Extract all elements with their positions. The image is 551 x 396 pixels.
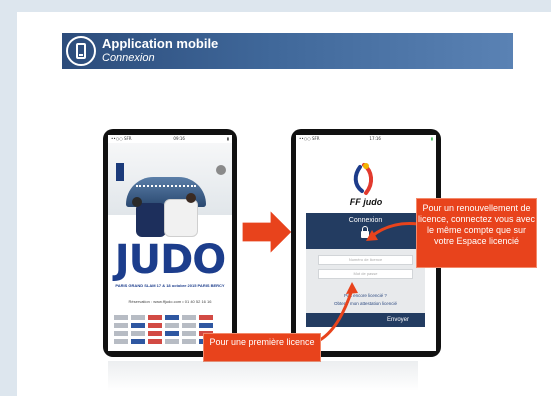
judokas-illustration bbox=[130, 193, 208, 239]
left-battery-icon: ▮ bbox=[226, 136, 229, 141]
lock-icon bbox=[361, 226, 369, 238]
arrow-right-icon bbox=[242, 210, 292, 254]
first-licence-callout: Pour une première licence bbox=[203, 333, 321, 362]
mobile-phone-icon bbox=[66, 36, 96, 66]
login-form: Numéro de licence Mot de passe Pas encor… bbox=[306, 249, 425, 313]
password-input[interactable]: Mot de passe bbox=[318, 269, 413, 279]
obtain-attestation-link[interactable]: Obtenir mon attestation licencié bbox=[306, 301, 425, 306]
right-carrier: ••○○ SFR bbox=[299, 136, 320, 141]
send-button[interactable]: Envoyer bbox=[306, 313, 425, 327]
ffjudo-logo-icon bbox=[353, 163, 373, 195]
grand-slam-logo bbox=[116, 163, 124, 181]
left-status-bar: ••○○ SFR 09:16 ▮ bbox=[108, 135, 232, 142]
section-header: Application mobile Connexion bbox=[62, 33, 513, 69]
right-status-bar: ••○○ SFR 17:16 ▮ bbox=[296, 135, 436, 142]
left-carrier: ••○○ SFR bbox=[111, 136, 132, 141]
connexion-title: Connexion bbox=[348, 217, 383, 224]
renewal-callout: Pour un renouvellement de licence, conne… bbox=[416, 198, 537, 268]
left-phone: ••○○ SFR 09:16 ▮ JUDO PARIS GRAND SLAM 1… bbox=[103, 129, 237, 357]
left-phone-screen: ••○○ SFR 09:16 ▮ JUDO PARIS GRAND SLAM 1… bbox=[108, 135, 232, 351]
not-yet-licensed-link[interactable]: Pas encore licencié ? bbox=[306, 293, 425, 298]
licence-number-input[interactable]: Numéro de licence bbox=[318, 255, 413, 265]
poster-seal-icon bbox=[216, 165, 226, 175]
header-title: Application mobile bbox=[102, 36, 219, 51]
ffjudo-logo-text: FF judo bbox=[349, 197, 383, 207]
phones-reflection bbox=[108, 361, 418, 391]
connexion-panel: Connexion bbox=[306, 213, 425, 249]
poster-reservation-line: Réservation : www.ffjudo.com • 01 40 52 … bbox=[128, 299, 212, 304]
poster-event-line: PARIS GRAND SLAM 17 & 18 octobre 2015 PA… bbox=[115, 283, 225, 288]
right-phone-screen: ••○○ SFR 17:16 ▮ FF judo Connexion Numér… bbox=[296, 135, 436, 351]
poster-title: JUDO bbox=[114, 237, 227, 283]
right-time: 17:16 bbox=[369, 136, 381, 141]
header-subtitle: Connexion bbox=[102, 52, 155, 64]
left-time: 09:16 bbox=[173, 136, 185, 141]
right-battery-icon: ▮ bbox=[430, 136, 433, 141]
